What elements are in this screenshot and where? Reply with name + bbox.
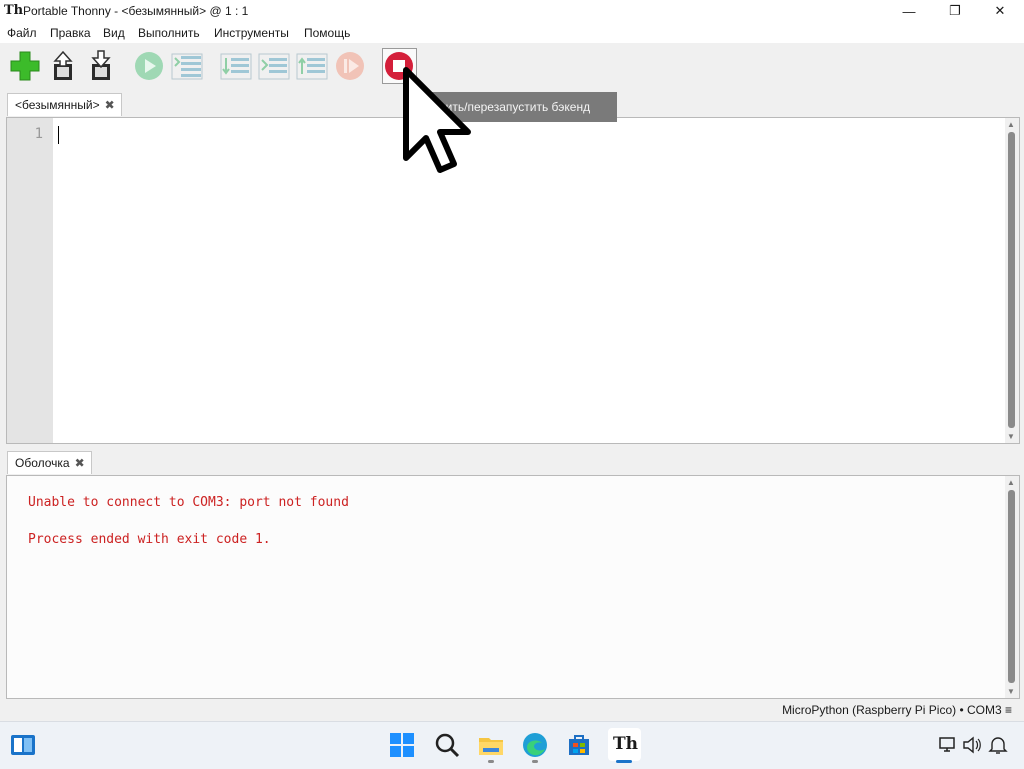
close-icon[interactable]: ✖: [105, 98, 115, 112]
step-into-button[interactable]: [258, 50, 290, 82]
shell-scrollbar[interactable]: ▲ ▼: [1005, 476, 1019, 698]
shell-panel[interactable]: Unable to connect to COM3: port not foun…: [6, 475, 1020, 699]
resume-icon: [336, 52, 364, 80]
search-icon[interactable]: [433, 731, 461, 759]
tab-label: <безымянный>: [15, 98, 100, 112]
code-editor[interactable]: 1 ▲ ▼: [6, 117, 1020, 444]
minimize-button[interactable]: —: [886, 0, 932, 22]
play-icon: [135, 52, 163, 80]
plus-icon: [10, 51, 40, 81]
menu-help[interactable]: Помощь: [304, 26, 350, 40]
shell-error-line: Unable to connect to COM3: port not foun…: [28, 495, 349, 510]
running-indicator: [532, 760, 538, 763]
step-over-button[interactable]: [220, 50, 252, 82]
scroll-down-icon[interactable]: ▼: [1007, 687, 1015, 696]
thonny-app-icon: Th: [4, 3, 24, 18]
menu-bar: Файл Правка Вид Выполнить Инструменты По…: [0, 22, 1024, 43]
scroll-down-icon[interactable]: ▼: [1007, 432, 1015, 441]
widgets-icon[interactable]: [9, 731, 37, 759]
open-file-button[interactable]: [47, 50, 79, 82]
menu-edit[interactable]: Правка: [50, 26, 91, 40]
mouse-cursor-icon: [403, 67, 471, 173]
tab-shell[interactable]: Оболочка ✖: [7, 451, 92, 474]
menu-view[interactable]: Вид: [103, 26, 125, 40]
network-icon[interactable]: [938, 735, 958, 755]
taskbar: Th: [0, 721, 1024, 769]
editor-scrollbar[interactable]: ▲ ▼: [1005, 118, 1019, 443]
close-button[interactable]: ✕: [977, 0, 1023, 22]
close-icon[interactable]: ✖: [75, 456, 85, 470]
scroll-thumb[interactable]: [1008, 132, 1015, 428]
menu-tools[interactable]: Инструменты: [214, 26, 289, 40]
active-indicator: [616, 760, 632, 763]
step-out-icon: [296, 53, 328, 80]
store-icon[interactable]: [565, 731, 593, 759]
scroll-up-icon[interactable]: ▲: [1007, 120, 1015, 129]
step-over-icon: [220, 53, 252, 80]
scroll-thumb[interactable]: [1008, 490, 1015, 683]
debug-icon: [171, 53, 203, 80]
new-file-button[interactable]: [9, 50, 41, 82]
menu-run[interactable]: Выполнить: [138, 26, 200, 40]
toolbar: [0, 43, 1024, 90]
line-number-gutter: 1: [7, 118, 53, 443]
step-into-icon: [258, 53, 290, 80]
resume-button[interactable]: [334, 50, 366, 82]
tab-label: Оболочка: [15, 456, 70, 470]
line-number: 1: [34, 126, 43, 142]
shell-tab-bar: Оболочка ✖: [0, 449, 1024, 475]
thonny-taskbar-icon[interactable]: Th: [608, 728, 641, 761]
maximize-button[interactable]: ❐: [932, 0, 978, 22]
file-explorer-icon[interactable]: [477, 731, 505, 759]
menu-file[interactable]: Файл: [7, 26, 37, 40]
window-title: Portable Thonny - <безымянный> @ 1 : 1: [23, 4, 249, 18]
tab-untitled[interactable]: <безымянный> ✖: [7, 93, 122, 116]
title-bar: Th Portable Thonny - <безымянный> @ 1 : …: [0, 0, 1024, 22]
edge-icon[interactable]: [521, 731, 549, 759]
step-out-button[interactable]: [296, 50, 328, 82]
text-caret: [58, 126, 59, 144]
thonny-icon: Th: [613, 734, 639, 754]
running-indicator: [488, 760, 494, 763]
save-file-icon: [91, 50, 111, 80]
open-file-icon: [53, 50, 73, 80]
shell-exit-line: Process ended with exit code 1.: [28, 532, 271, 547]
scroll-up-icon[interactable]: ▲: [1007, 478, 1015, 487]
run-button[interactable]: [133, 50, 165, 82]
start-icon[interactable]: [388, 731, 416, 759]
interpreter-selector[interactable]: MicroPython (Raspberry Pi Pico) • COM3 ≡: [782, 703, 1012, 717]
status-bar: MicroPython (Raspberry Pi Pico) • COM3 ≡: [0, 699, 1024, 721]
save-file-button[interactable]: [85, 50, 117, 82]
notification-icon[interactable]: [988, 735, 1008, 755]
debug-button[interactable]: [171, 50, 203, 82]
volume-icon[interactable]: [962, 735, 982, 755]
